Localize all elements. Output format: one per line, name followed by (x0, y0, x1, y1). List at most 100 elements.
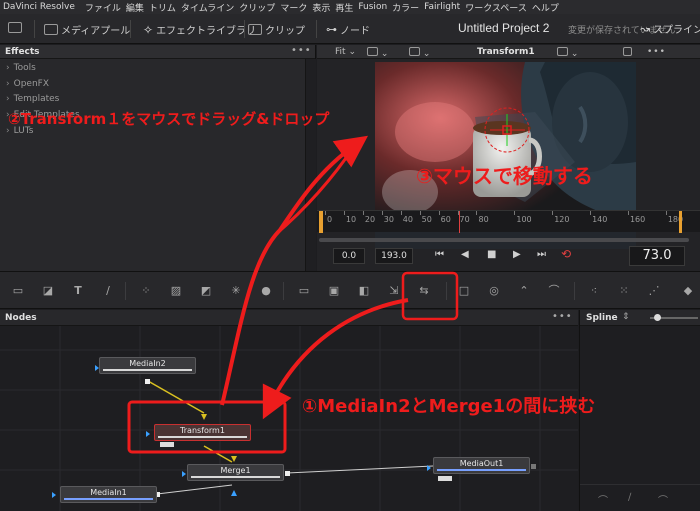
viewer-panel: Fit ⌄ ⌄ ⌄ Transform1 ⌄ ••• 0 10 20 30 40… (317, 45, 700, 271)
viewer-layout-button[interactable]: ⌄ (367, 47, 388, 59)
stop-icon[interactable]: ■ (487, 249, 496, 260)
go-to-end-icon[interactable]: ⏭ (537, 249, 546, 260)
bspline-tool-icon[interactable]: ◩ (198, 284, 214, 298)
ruler-tick-mark (400, 211, 402, 215)
menu-fairlight[interactable]: Fairlight (424, 2, 465, 12)
spline-zoom-handle[interactable] (654, 314, 661, 321)
blur-tool-icon[interactable]: ▭ (296, 284, 312, 298)
play-icon[interactable]: ▶ (513, 249, 521, 260)
menu-file[interactable]: ファイル (85, 1, 126, 14)
paint-tool-icon[interactable]: ◪ (40, 284, 56, 298)
viewer-menu-button[interactable]: ••• (647, 47, 666, 57)
color-corrector-icon[interactable]: ▣ (326, 284, 342, 298)
ease-curve-icon[interactable]: ⌒ (658, 492, 668, 507)
particle-emitter-icon[interactable]: ⁖ (586, 284, 602, 298)
menu-playback[interactable]: 再生 (335, 1, 358, 14)
ruler-tick-mark (419, 211, 421, 215)
menu-clip[interactable]: クリップ (239, 1, 280, 14)
rectangle-mask-icon[interactable]: □ (456, 284, 472, 298)
in-timecode[interactable]: 0.0 (333, 248, 365, 264)
polygon-tool-icon[interactable]: ▨ (168, 284, 184, 298)
zoom-fit-dropdown[interactable]: Fit ⌄ (335, 47, 356, 57)
options-icon (409, 47, 420, 56)
resize-tool-icon[interactable]: ⇲ (386, 284, 402, 298)
tree-item-openfx[interactable]: › OpenFX (6, 79, 49, 89)
node-merge1[interactable]: Merge1 (187, 464, 284, 481)
viewer-display-button[interactable]: ⌄ (557, 47, 578, 59)
node-mediain1[interactable]: MediaIn1 (60, 486, 157, 503)
background-tool-icon[interactable]: ▭ (10, 284, 26, 298)
media-pool-label: メディアプール (61, 26, 131, 37)
current-frame[interactable]: 73.0 (629, 246, 685, 266)
particle-style-icon[interactable]: ⋰ (646, 284, 662, 298)
annotation-step1: ①MediaIn2とMerge1の間に挟む (302, 396, 596, 417)
merge-tool-icon[interactable]: ◧ (356, 284, 372, 298)
chevron-right-icon: › (6, 63, 10, 73)
menu-view[interactable]: 表示 (312, 1, 335, 14)
node-transform1-viewer-dots[interactable] (160, 442, 174, 447)
spline-label: スプライン (653, 25, 700, 36)
menu-color[interactable]: カラー (392, 1, 424, 14)
node-mediain2[interactable]: MediaIn2 (99, 357, 196, 374)
node-button[interactable]: ⊶ ノード (326, 22, 370, 37)
bspline-mask-icon[interactable]: ⌒ (546, 284, 562, 298)
menu-fusion[interactable]: Fusion (358, 2, 392, 12)
menu-help[interactable]: ヘルプ (532, 1, 564, 14)
magic-wand-icon: ✧ (143, 22, 154, 37)
node-mediaout1[interactable]: MediaOut1 (433, 457, 530, 474)
go-to-start-icon[interactable]: ⏮ (435, 249, 444, 260)
brush-tool-icon[interactable]: ∕ (100, 284, 116, 298)
viewer-options-button[interactable]: ⌄ (409, 47, 430, 59)
menu-workspace[interactable]: ワークスペース (465, 1, 532, 14)
effects-menu-button[interactable]: ••• (291, 45, 312, 56)
panel-divider[interactable] (305, 59, 316, 271)
smooth-curve-icon[interactable]: ⌒ (598, 492, 608, 507)
clip-button[interactable]: クリップ (248, 22, 305, 37)
text-tool-icon[interactable]: T (70, 284, 86, 298)
particle-render-icon[interactable]: ⁙ (616, 284, 632, 298)
ruler-tick-label: 0 (327, 215, 333, 224)
node-transform1[interactable]: Transform1 (154, 424, 251, 441)
step-back-icon[interactable]: ◀ (461, 249, 469, 260)
ellipse-mask-icon[interactable]: ◎ (486, 284, 502, 298)
sparkle-tool-icon[interactable]: ✳ (228, 284, 244, 298)
ruler-tick-mark (627, 211, 629, 215)
clip-label: クリップ (265, 26, 305, 37)
polygon-mask-icon[interactable]: ⌃ (516, 284, 532, 298)
ruler-tick-mark (476, 211, 478, 215)
fullscreen-button[interactable] (623, 47, 632, 59)
chevron-down-box-icon (8, 22, 22, 33)
panel-toggle-button[interactable] (8, 22, 22, 33)
out-point-marker[interactable] (679, 211, 682, 233)
ruler-tick-label: 40 (402, 215, 413, 224)
transform-tool-icon[interactable]: ⇆ (416, 284, 432, 298)
tree-item-tools[interactable]: › Tools (6, 63, 36, 73)
annotation-step3: ③マウスで移動する (416, 164, 593, 188)
in-point-marker[interactable] (319, 211, 323, 233)
3d-tool-icon[interactable]: ◆ (680, 284, 696, 298)
loop-icon[interactable]: ⟲ (561, 247, 571, 261)
ruler-tick-label: 100 (516, 215, 532, 224)
menu-mark[interactable]: マーク (280, 1, 312, 14)
media-pool-button[interactable]: メディアプール (44, 22, 130, 37)
spline-sort-icon[interactable]: ⇕ (622, 312, 630, 322)
node-mediaout1-viewer-dots[interactable] (438, 476, 452, 481)
scrub-bar[interactable] (319, 238, 689, 242)
menu-edit[interactable]: 編集 (126, 1, 149, 14)
ruler-tick-mark (665, 211, 667, 215)
out-timecode[interactable]: 193.0 (375, 248, 413, 264)
linear-curve-icon[interactable]: ∕ (628, 492, 631, 503)
menu-davinci-resolve[interactable]: DaVinci Resolve (3, 2, 80, 12)
effects-library-button[interactable]: ✧ エフェクトライブラリ (143, 22, 256, 38)
timeline-ruler[interactable]: 0 10 20 30 40 50 60 70 80 100 120 140 160 180 (317, 210, 700, 233)
drop-tool-icon[interactable]: ● (258, 284, 274, 298)
menu-trim[interactable]: トリム (149, 1, 181, 14)
node-label: MediaIn2 (129, 359, 166, 368)
particle-tool-icon[interactable]: ⁘ (138, 284, 154, 298)
tree-item-templates[interactable]: › Templates (6, 94, 59, 104)
playhead[interactable] (459, 211, 460, 233)
ruler-tick-mark (590, 211, 592, 215)
menu-timeline[interactable]: タイムライン (181, 1, 239, 14)
spline-button[interactable]: ↝ スプライン (640, 21, 700, 37)
node-label: MediaOut1 (459, 459, 504, 468)
